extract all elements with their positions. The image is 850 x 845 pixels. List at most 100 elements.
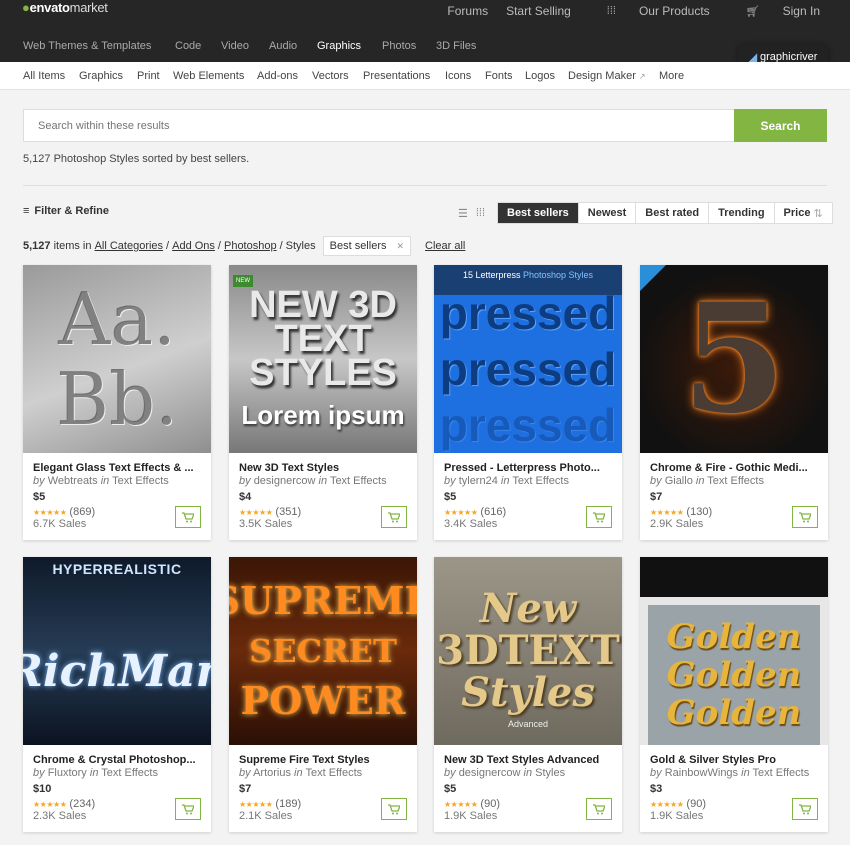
- product-author[interactable]: Artorius: [253, 767, 291, 779]
- product-author[interactable]: Giallo: [665, 475, 693, 487]
- subnav-presentations[interactable]: Presentations: [363, 70, 430, 82]
- clear-all-link[interactable]: Clear all: [425, 240, 465, 252]
- sort-trending[interactable]: Trending: [709, 203, 775, 223]
- product-thumbnail[interactable]: 15 Letterpress Photoshop Styles pressed …: [434, 265, 622, 453]
- crumb-add-ons[interactable]: Add Ons: [172, 240, 215, 252]
- product-category[interactable]: Text Effects: [101, 767, 158, 779]
- category-video[interactable]: Video: [221, 40, 249, 52]
- forums-link[interactable]: Forums: [447, 4, 488, 18]
- crumb-all-categories[interactable]: All Categories: [95, 240, 163, 252]
- category-3d-files[interactable]: 3D Files: [436, 40, 476, 52]
- crumb-photoshop[interactable]: Photoshop: [224, 240, 277, 252]
- product-category[interactable]: Text Effects: [305, 767, 362, 779]
- product-title[interactable]: Chrome & Fire - Gothic Medi...: [650, 462, 820, 474]
- product-thumbnail[interactable]: Aa. Bb.: [23, 265, 211, 453]
- product-card[interactable]: Aa. Bb. Elegant Glass Text Effects & ...…: [23, 265, 211, 540]
- product-card[interactable]: 15 Letterpress Photoshop Styles pressed …: [434, 265, 622, 540]
- logo-suffix: market: [69, 0, 108, 15]
- product-title[interactable]: Pressed - Letterpress Photo...: [444, 462, 614, 474]
- start-selling-link[interactable]: Start Selling: [506, 4, 571, 18]
- product-category[interactable]: Text Effects: [330, 475, 387, 487]
- product-thumbnail[interactable]: NEW NEW 3D TEXT STYLES Lorem ipsum: [229, 265, 417, 453]
- sort-best-sellers[interactable]: Best sellers: [498, 203, 579, 223]
- subnav-more[interactable]: More: [659, 70, 684, 82]
- product-thumbnail[interactable]: HYPERREALISTIC RichMan: [23, 557, 211, 745]
- product-category[interactable]: Text Effects: [512, 475, 569, 487]
- product-title[interactable]: New 3D Text Styles Advanced: [444, 754, 614, 766]
- sort-price[interactable]: Price ⇅: [775, 203, 832, 223]
- product-thumbnail[interactable]: Golden Golden Golden: [640, 557, 828, 745]
- product-author[interactable]: Webtreats: [48, 475, 98, 487]
- subnav-icons[interactable]: Icons: [445, 70, 471, 82]
- product-card[interactable]: NEW NEW 3D TEXT STYLES Lorem ipsum New 3…: [229, 265, 417, 540]
- add-to-cart-button[interactable]: [381, 798, 407, 820]
- items-in-label: items in: [53, 240, 92, 252]
- sort-newest[interactable]: Newest: [579, 203, 637, 223]
- subnav-fonts[interactable]: Fonts: [485, 70, 513, 82]
- add-to-cart-button[interactable]: [586, 506, 612, 528]
- product-author[interactable]: Fluxtory: [48, 767, 87, 779]
- sort-best-rated[interactable]: Best rated: [636, 203, 710, 223]
- product-byline: by RainbowWings in Text Effects: [650, 767, 810, 779]
- product-title[interactable]: Elegant Glass Text Effects & ...: [33, 462, 203, 474]
- category-web-themes[interactable]: Web Themes & Templates: [23, 40, 151, 52]
- subnav-web-elements[interactable]: Web Elements: [173, 70, 244, 82]
- our-products-link[interactable]: ⁞⁞⁞ Our Products: [589, 4, 710, 18]
- product-category[interactable]: Text Effects: [707, 475, 764, 487]
- product-author[interactable]: tylern24: [459, 475, 498, 487]
- grid-view-icon[interactable]: ⁞⁞⁞: [476, 207, 485, 220]
- subnav-print[interactable]: Print: [137, 70, 160, 82]
- product-author[interactable]: RainbowWings: [665, 767, 738, 779]
- add-to-cart-button[interactable]: [175, 798, 201, 820]
- subnav-logos[interactable]: Logos: [525, 70, 555, 82]
- list-view-icon[interactable]: ☰: [458, 207, 468, 220]
- product-author[interactable]: designercow: [254, 475, 316, 487]
- envato-market-logo[interactable]: ●envatomarket: [22, 0, 108, 15]
- product-category[interactable]: Text Effects: [112, 475, 169, 487]
- product-card[interactable]: SUPREME SECRET POWER Supreme Fire Text S…: [229, 557, 417, 832]
- rating-count: (189): [275, 798, 302, 810]
- product-sales: 1.9K Sales: [650, 810, 704, 822]
- items-count: 5,127: [23, 240, 51, 252]
- product-category[interactable]: Styles: [535, 767, 565, 779]
- add-to-cart-button[interactable]: [381, 506, 407, 528]
- search-input[interactable]: [24, 110, 734, 141]
- filter-refine-toggle[interactable]: ≡ Filter & Refine: [23, 205, 109, 217]
- product-card[interactable]: 5 Chrome & Fire - Gothic Medi... by Gial…: [640, 265, 828, 540]
- category-code[interactable]: Code: [175, 40, 201, 52]
- add-to-cart-button[interactable]: [792, 798, 818, 820]
- product-title[interactable]: New 3D Text Styles: [239, 462, 409, 474]
- product-author[interactable]: designercow: [459, 767, 521, 779]
- product-card[interactable]: Golden Golden Golden Gold & Silver Style…: [640, 557, 828, 832]
- subnav-all-items[interactable]: All Items: [23, 70, 65, 82]
- thumbnail-header: HYPERREALISTIC: [52, 561, 182, 577]
- product-thumbnail[interactable]: 5: [640, 265, 828, 453]
- product-card[interactable]: HYPERREALISTIC RichMan Chrome & Crystal …: [23, 557, 211, 832]
- product-thumbnail[interactable]: New 3DTEXT Styles Advanced: [434, 557, 622, 745]
- add-to-cart-button[interactable]: [175, 506, 201, 528]
- search-button[interactable]: Search: [734, 109, 827, 142]
- filter-icon: ≡: [23, 205, 30, 217]
- sign-in-link[interactable]: 🛒︎ Sign In: [728, 4, 820, 18]
- category-photos[interactable]: Photos: [382, 40, 416, 52]
- add-to-cart-button[interactable]: [586, 798, 612, 820]
- subnav-design-maker[interactable]: Design Maker ↗: [568, 70, 646, 82]
- product-thumbnail[interactable]: SUPREME SECRET POWER: [229, 557, 417, 745]
- category-graphics[interactable]: Graphics: [317, 40, 361, 52]
- close-icon[interactable]: ✕: [396, 241, 404, 252]
- cart-icon: [593, 803, 605, 814]
- product-rating: ★★★★★ (234): [33, 798, 95, 810]
- product-title[interactable]: Chrome & Crystal Photoshop...: [33, 754, 203, 766]
- product-sales: 2.3K Sales: [33, 810, 87, 822]
- product-title[interactable]: Supreme Fire Text Styles: [239, 754, 409, 766]
- subnav-add-ons[interactable]: Add-ons: [257, 70, 298, 82]
- subnav-graphics[interactable]: Graphics: [79, 70, 123, 82]
- product-card[interactable]: New 3DTEXT Styles Advanced New 3D Text S…: [434, 557, 622, 832]
- star-rating-icon: ★★★★★: [650, 508, 684, 517]
- add-to-cart-button[interactable]: [792, 506, 818, 528]
- thumbnail-text: RichMan: [23, 645, 211, 697]
- product-category[interactable]: Text Effects: [753, 767, 810, 779]
- product-title[interactable]: Gold & Silver Styles Pro: [650, 754, 820, 766]
- category-audio[interactable]: Audio: [269, 40, 297, 52]
- subnav-vectors[interactable]: Vectors: [312, 70, 349, 82]
